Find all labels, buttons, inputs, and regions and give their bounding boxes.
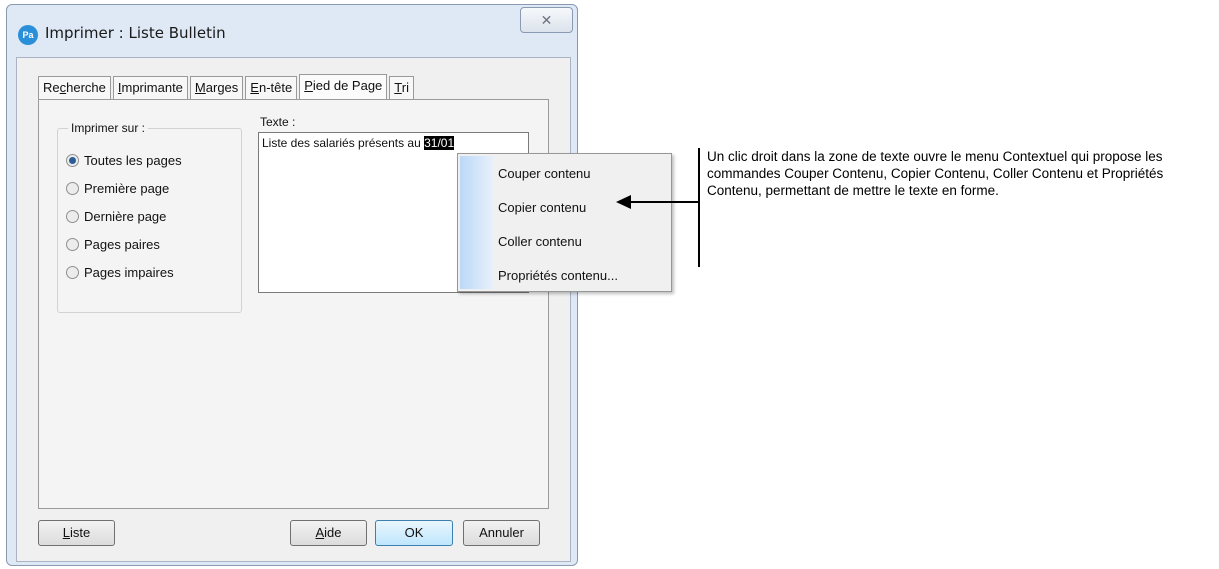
menu-item-coller-contenu[interactable]: Coller contenu — [498, 234, 582, 249]
button-label: ide — [324, 525, 342, 540]
radio-pages-impaires[interactable]: Pages impaires — [66, 265, 174, 280]
dialog-client-area: Recherche Imprimante Marges En-tête Pied… — [16, 57, 571, 562]
tab-label: arges — [205, 80, 239, 95]
tab-label: ied de Page — [312, 78, 383, 93]
tab-imprimante[interactable]: Imprimante — [112, 76, 188, 99]
radio-unchecked-icon — [66, 210, 79, 223]
footer-text-value: Liste des salariés présents au — [262, 136, 425, 150]
arrow-line — [630, 201, 698, 203]
annotation-text: Un clic droit dans la zone de texte ouvr… — [707, 149, 1164, 198]
radio-unchecked-icon — [66, 182, 79, 195]
menu-item-copier-contenu[interactable]: Copier contenu — [498, 200, 586, 215]
tab-label: Re — [43, 80, 60, 95]
menu-item-proprietes-contenu[interactable]: Propriétés contenu... — [498, 268, 618, 283]
tab-label: n-tête — [258, 80, 293, 95]
tab-tri[interactable]: Tri — [389, 76, 414, 99]
close-icon: ✕ — [540, 12, 553, 28]
radio-label: Toutes les pages — [84, 153, 182, 168]
annuler-button[interactable]: Annuler — [463, 520, 540, 546]
tab-label-accelerator: T — [394, 80, 402, 95]
tab-pied-de-page[interactable]: Pied de Page — [299, 74, 388, 99]
menu-icon-gutter — [460, 156, 494, 289]
radio-label: Première page — [84, 181, 170, 196]
button-label: iste — [70, 525, 91, 540]
radio-unchecked-icon — [66, 238, 79, 251]
radio-premiere-page[interactable]: Première page — [66, 181, 169, 196]
radio-label: Pages paires — [84, 237, 160, 252]
window-title: Imprimer : Liste Bulletin — [45, 24, 226, 42]
tab-label-accelerator: E — [250, 80, 259, 95]
app-icon: Pa — [18, 25, 38, 45]
tab-bar: Recherche Imprimante Marges En-tête Pied… — [38, 74, 416, 99]
context-menu: Couper contenu Copier contenu Coller con… — [457, 153, 672, 292]
print-on-group: Imprimer sur : Toutes les pages Première… — [57, 121, 242, 313]
selected-text: 31/01 — [424, 136, 455, 150]
button-accelerator: A — [315, 525, 325, 540]
radio-pages-paires[interactable]: Pages paires — [66, 237, 160, 252]
title-bar: Pa Imprimer : Liste Bulletin ✕ — [7, 5, 577, 57]
close-button[interactable]: ✕ — [520, 7, 573, 33]
arrow-icon — [616, 195, 631, 209]
radio-label: Dernière page — [84, 209, 167, 224]
radio-checked-icon — [66, 154, 79, 167]
ok-button[interactable]: OK — [375, 520, 453, 546]
tab-en-tete[interactable]: En-tête — [245, 76, 298, 99]
tab-marges[interactable]: Marges — [189, 76, 244, 99]
radio-toutes-les-pages[interactable]: Toutes les pages — [66, 153, 182, 168]
tab-label: ri — [401, 80, 409, 95]
text-field-label: Texte : — [260, 115, 296, 129]
radio-derniere-page[interactable]: Dernière page — [66, 209, 166, 224]
tab-label-accelerator: P — [304, 78, 313, 93]
print-on-title: Imprimer sur : — [68, 121, 149, 135]
menu-item-couper-contenu[interactable]: Couper contenu — [498, 166, 591, 181]
radio-label: Pages impaires — [84, 265, 174, 280]
tab-label: herche — [66, 80, 106, 95]
button-accelerator: L — [62, 525, 70, 540]
callout-bar — [698, 148, 700, 267]
footer-text-content: Liste des salariés présents au 31/01 — [262, 136, 455, 150]
tab-label-accelerator: M — [194, 80, 206, 95]
liste-button[interactable]: Liste — [38, 520, 115, 546]
tab-label: mprimante — [121, 80, 183, 95]
tab-recherche[interactable]: Recherche — [38, 76, 111, 99]
aide-button[interactable]: Aide — [290, 520, 367, 546]
radio-unchecked-icon — [66, 266, 79, 279]
